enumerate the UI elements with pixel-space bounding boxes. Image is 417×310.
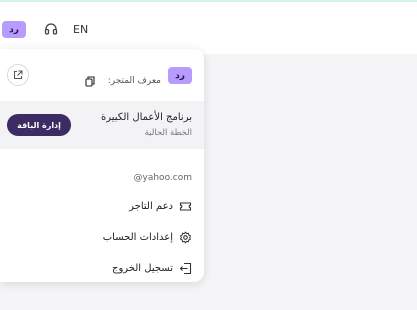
menu-item-label: تسجيل الخروج (111, 262, 173, 274)
gear-icon (179, 230, 192, 244)
menu-item-merchant-support[interactable]: دعم التاجر (129, 197, 192, 215)
language-toggle[interactable]: EN (73, 21, 88, 38)
plan-name: برنامج الأعمال الكبيرة (101, 112, 192, 123)
menu-item-account-settings[interactable]: إعدادات الحساب (103, 228, 192, 246)
store-id-label: معرف المتجر: (107, 76, 161, 86)
logout-icon (179, 262, 192, 274)
menu-item-label: إعدادات الحساب (102, 231, 173, 243)
current-plan-row: إدارة الباقة برنامج الأعمال الكبيرة الخط… (0, 101, 204, 149)
top-bar: رد EN (0, 0, 417, 54)
ticket-icon (179, 201, 192, 211)
account-dropdown-panel: معرف المتجر: رد إدارة الباقة برنامج الأع… (0, 49, 204, 282)
store-badge-text: رد (175, 70, 185, 81)
account-email: @yahoo.com (133, 173, 192, 183)
manage-plan-button[interactable]: إدارة الباقة (7, 114, 71, 136)
menu-item-label: دعم التاجر (129, 200, 173, 212)
store-switcher-badge[interactable]: رد (2, 21, 26, 38)
store-badge: رد (168, 67, 192, 84)
external-link-icon (14, 70, 23, 79)
store-badge-text: رد (9, 24, 19, 35)
open-store-button[interactable] (7, 64, 29, 86)
headset-icon[interactable] (44, 22, 58, 36)
menu-item-logout[interactable]: تسجيل الخروج (112, 259, 192, 277)
plan-subtitle: الخطة الحالية (144, 128, 192, 138)
copy-icon[interactable] (85, 76, 95, 87)
